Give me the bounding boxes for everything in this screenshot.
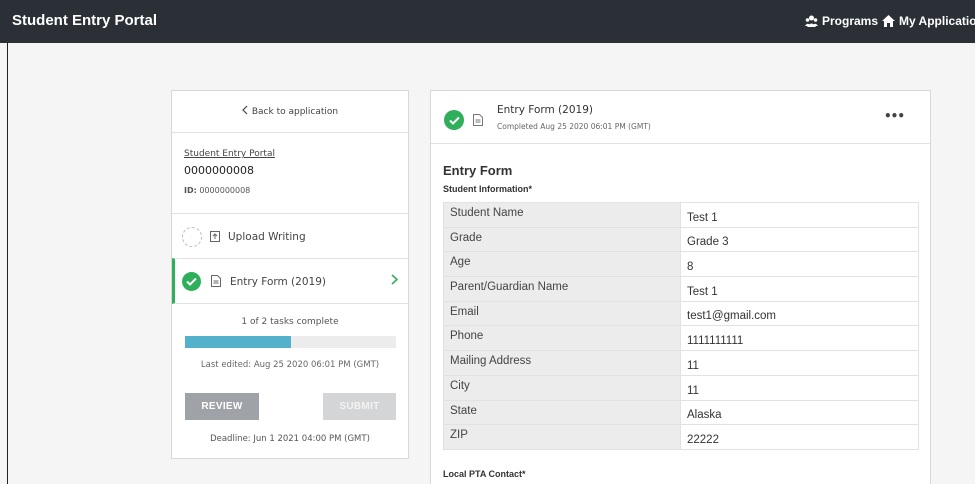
field-label: State	[443, 399, 681, 426]
programs-icon	[805, 15, 818, 27]
top-nav-bar: Student Entry Portal Programs My Applica…	[0, 0, 975, 43]
check-circle-icon	[444, 110, 464, 130]
progress-text: 1 of 2 tasks complete	[241, 317, 339, 327]
form-header-status: Completed Aug 25 2020 06:01 PM (GMT)	[497, 122, 651, 131]
student-information-heading: Student Information*	[443, 184, 532, 194]
table-row: State Alaska	[443, 399, 919, 426]
form-header: Entry Form (2019) Completed Aug 25 2020 …	[431, 91, 930, 144]
table-row: Email test1@gmail.com	[443, 300, 919, 327]
incomplete-status-icon	[182, 227, 202, 247]
student-information-table: Student Name Test 1 Grade Grade 3 Age 8 Parent…	[443, 202, 919, 450]
chevron-right-icon	[391, 273, 399, 289]
field-value: Test 1	[680, 276, 919, 302]
task-label: Entry Form (2019)	[230, 276, 326, 288]
form-panel: Entry Form (2019) Completed Aug 25 2020 …	[430, 90, 931, 484]
field-value: 22222	[680, 424, 919, 450]
nav-programs-link[interactable]: Programs	[805, 14, 878, 28]
field-label: Email	[443, 300, 681, 327]
nav-my-applications-label: My Applications	[899, 14, 975, 28]
deadline-text: Deadline: Jun 1 2021 04:00 PM (GMT)	[210, 434, 370, 444]
form-title: Entry Form	[443, 163, 513, 178]
chevron-left-icon	[242, 105, 248, 118]
field-label: ZIP	[443, 424, 681, 450]
field-label: Phone	[443, 325, 681, 352]
table-row: ZIP 22222	[443, 424, 919, 450]
table-row: Age 8	[443, 251, 919, 278]
field-value: 11	[680, 350, 919, 376]
field-label: City	[443, 374, 681, 401]
field-label: Grade	[443, 226, 681, 253]
task-upload-writing[interactable]: Upload Writing	[172, 215, 408, 260]
table-row: Student Name Test 1	[443, 202, 919, 228]
field-value: 11	[680, 374, 919, 401]
field-value: 8	[680, 251, 919, 278]
application-id: ID: 0000000008	[184, 186, 275, 195]
home-icon	[882, 15, 895, 27]
application-sidebar: Back to application Student Entry Portal…	[171, 90, 409, 459]
more-options-icon[interactable]: •••	[884, 109, 905, 123]
id-value: 0000000008	[199, 186, 251, 195]
last-edited-text: Last edited: Aug 25 2020 06:01 PM (GMT)	[200, 360, 380, 370]
progress-bar-fill	[185, 336, 291, 348]
table-row: Grade Grade 3	[443, 226, 919, 253]
task-entry-form[interactable]: Entry Form (2019)	[172, 258, 408, 304]
field-value: test1@gmail.com	[680, 300, 919, 327]
portal-link[interactable]: Student Entry Portal	[184, 149, 275, 159]
field-label: Age	[443, 251, 681, 278]
document-icon	[211, 275, 221, 290]
application-summary: Student Entry Portal 0000000008 ID: 0000…	[184, 149, 275, 195]
field-value: Grade 3	[680, 226, 919, 253]
review-button[interactable]: REVIEW	[185, 393, 259, 420]
field-label: Parent/Guardian Name	[443, 276, 681, 302]
back-to-application-link[interactable]: Back to application	[172, 91, 408, 133]
submit-button[interactable]: SUBMIT	[323, 393, 396, 420]
field-label: Student Name	[443, 202, 681, 228]
form-header-title: Entry Form (2019)	[497, 104, 593, 116]
check-circle-icon	[182, 272, 201, 291]
table-row: Mailing Address 11	[443, 350, 919, 376]
id-prefix: ID:	[184, 186, 197, 195]
field-label: Mailing Address	[443, 350, 681, 376]
field-value: Alaska	[680, 399, 919, 426]
nav-my-applications-link[interactable]: My Applications	[882, 14, 975, 28]
divider	[172, 213, 408, 214]
table-row: City 11	[443, 374, 919, 401]
field-value: Test 1	[680, 202, 919, 228]
document-icon	[473, 111, 483, 130]
upload-icon	[210, 231, 220, 245]
back-label: Back to application	[251, 106, 339, 117]
application-number: 0000000008	[184, 164, 254, 177]
table-row: Phone 1111111111	[443, 325, 919, 352]
nav-programs-label: Programs	[822, 14, 879, 28]
field-value: 1111111111	[680, 325, 919, 352]
table-row: Parent/Guardian Name Test 1	[443, 276, 919, 302]
local-pta-contact-heading: Local PTA Contact*	[443, 469, 526, 479]
task-label: Upload Writing	[228, 231, 306, 243]
progress-bar	[185, 336, 396, 348]
app-title[interactable]: Student Entry Portal	[12, 12, 157, 29]
window-border	[7, 43, 8, 484]
